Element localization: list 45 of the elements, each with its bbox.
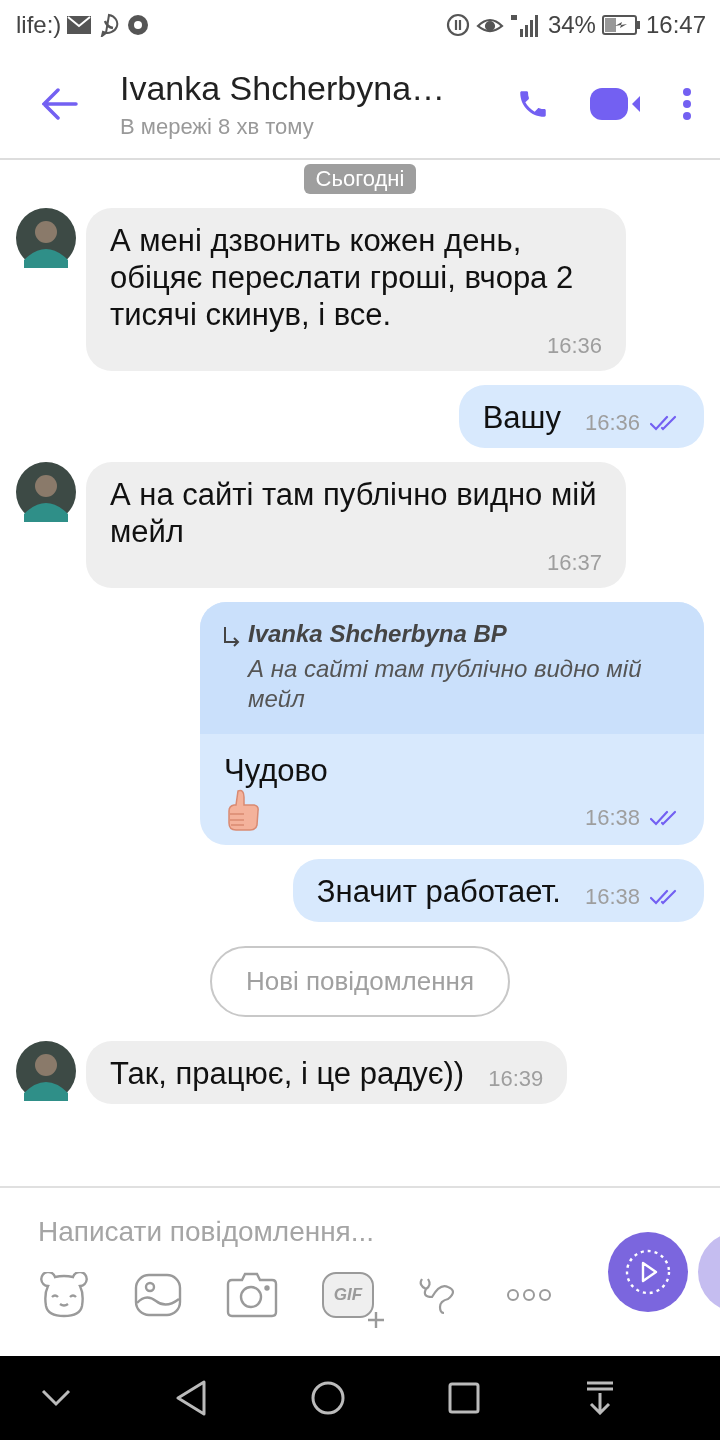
message-text: Значит работает. xyxy=(316,873,561,910)
date-label: Сьогодні xyxy=(303,164,417,194)
square-icon xyxy=(448,1382,480,1414)
message-time: 16:37 xyxy=(546,550,602,576)
gif-button[interactable]: GIF xyxy=(322,1272,374,1318)
back-arrow-icon xyxy=(42,88,78,120)
more-options-button[interactable] xyxy=(506,1288,552,1302)
sticker-button[interactable] xyxy=(38,1272,90,1318)
hide-nav-button[interactable] xyxy=(40,1389,72,1407)
avatar xyxy=(16,208,76,268)
avatar xyxy=(16,462,76,522)
carrier-label: life:) xyxy=(16,11,62,39)
message-time: 16:38 xyxy=(584,805,640,831)
avatar xyxy=(16,1041,76,1101)
clock: 16:47 xyxy=(645,11,706,39)
triangle-icon xyxy=(176,1380,208,1416)
new-messages-label: Нові повідомлення xyxy=(209,946,511,1017)
message-time: 16:36 xyxy=(584,410,640,436)
last-seen: В мережі 8 хв тому xyxy=(120,113,315,140)
message-time: 16:39 xyxy=(488,1066,544,1092)
message-text: Чудово xyxy=(224,752,329,789)
pull-down-icon xyxy=(585,1381,615,1415)
message-text: А мені дзвонить кожен день, обіцяє переслати гроші, вчора 2 тисячі скинув, і все. xyxy=(110,222,575,333)
camera-button[interactable] xyxy=(226,1272,278,1318)
data-saver-icon xyxy=(445,13,470,37)
more-menu-button[interactable] xyxy=(682,87,692,121)
message-text: Так, працює, і це радує)) xyxy=(110,1055,465,1092)
battery-icon xyxy=(601,15,640,35)
quoted-author: Ivanka Shcherbyna BP xyxy=(248,620,508,648)
reply-arrow-icon xyxy=(222,626,240,648)
quoted-text: А на сайті там публічно видно мій мейл xyxy=(248,654,643,714)
message-time: 16:38 xyxy=(584,884,640,910)
message-time: 16:36 xyxy=(546,333,602,359)
contact-name: Ivanka Shcherbyna… xyxy=(120,68,447,108)
video-call-button[interactable] xyxy=(590,88,642,120)
message-text: А на сайті там публічно видно мій мейл xyxy=(110,476,598,550)
browser-icon xyxy=(127,14,150,36)
battery-percent: 34% xyxy=(547,11,596,39)
message-input[interactable]: Написати повідомлення... xyxy=(38,1216,458,1248)
gallery-button[interactable] xyxy=(134,1273,182,1317)
plus-icon xyxy=(366,1310,386,1330)
message-text: Вашу xyxy=(482,399,561,436)
play-icon xyxy=(624,1248,672,1296)
circle-icon xyxy=(310,1380,346,1416)
mail-icon xyxy=(67,16,92,34)
